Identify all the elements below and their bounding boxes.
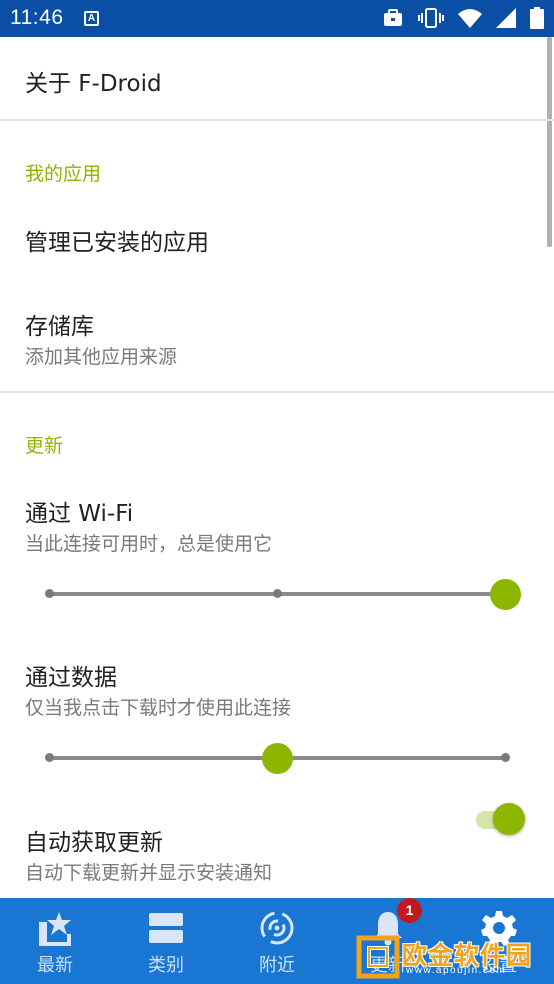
repositories-subtitle: 添加其他应用来源: [25, 346, 178, 368]
wifi-icon: [458, 9, 482, 28]
vibrate-icon: [418, 8, 444, 28]
wifi-slider[interactable]: [45, 574, 521, 614]
slider-tick: [45, 589, 54, 598]
data-slider[interactable]: [45, 738, 510, 778]
repositories-item[interactable]: 存储库 添加其他应用来源: [0, 287, 548, 377]
slider-tick: [273, 589, 282, 598]
about-item[interactable]: 关于 F-Droid: [0, 37, 548, 119]
data-title: 通过数据: [25, 665, 117, 691]
nav-item-latest[interactable]: 最新: [0, 898, 110, 984]
wifi-title: 通过 Wi-Fi: [25, 501, 134, 527]
nav-item-categories[interactable]: 类别: [111, 898, 221, 984]
watermark-logo-icon: [356, 935, 400, 979]
a-notification-icon: A: [84, 11, 99, 26]
nearby-icon: [260, 911, 294, 945]
nav-label: 附近: [259, 955, 295, 976]
slider-thumb[interactable]: [490, 579, 521, 610]
status-bar: 11:46 A: [0, 0, 554, 37]
settings-list[interactable]: 关于 F-Droid 我的应用 管理已安装的应用 存储库 添加其他应用来源 更新…: [0, 37, 554, 898]
briefcase-icon: [384, 9, 402, 26]
nav-label: 最新: [37, 955, 73, 976]
status-icons: [382, 7, 544, 29]
auto-fetch-toggle[interactable]: [476, 801, 526, 837]
auto-fetch-subtitle: 自动下载更新并显示安装通知: [25, 862, 273, 884]
toggle-thumb: [493, 803, 525, 835]
repositories-title: 存储库: [25, 314, 94, 340]
manage-installed-item[interactable]: 管理已安装的应用: [0, 203, 548, 275]
wifi-subtitle: 当此连接可用时，总是使用它: [25, 533, 273, 555]
divider: [0, 391, 554, 393]
slider-thumb[interactable]: [262, 743, 293, 774]
battery-icon: [530, 7, 544, 29]
slider-tick: [501, 753, 510, 762]
watermark-url: www.apoujin.com: [406, 965, 507, 976]
section-header-updates: 更新: [25, 435, 64, 457]
star-bookmark-icon: [39, 912, 71, 946]
slider-tick: [45, 753, 54, 762]
nav-label: 类别: [148, 955, 184, 976]
watermark: 欧金软件园 www.apoujin.com: [356, 935, 552, 979]
auto-fetch-title: 自动获取更新: [25, 830, 163, 856]
nav-item-nearby[interactable]: 附近: [222, 898, 332, 984]
manage-installed-title: 管理已安装的应用: [25, 230, 209, 256]
section-header-my-apps: 我的应用: [25, 163, 102, 185]
updates-badge: 1: [397, 898, 422, 923]
about-title: 关于 F-Droid: [25, 71, 162, 97]
status-time: 11:46: [10, 6, 64, 29]
data-subtitle: 仅当我点击下载时才使用此连接: [25, 697, 292, 719]
categories-icon: [149, 913, 183, 943]
divider: [0, 119, 554, 121]
signal-icon: [496, 8, 516, 28]
